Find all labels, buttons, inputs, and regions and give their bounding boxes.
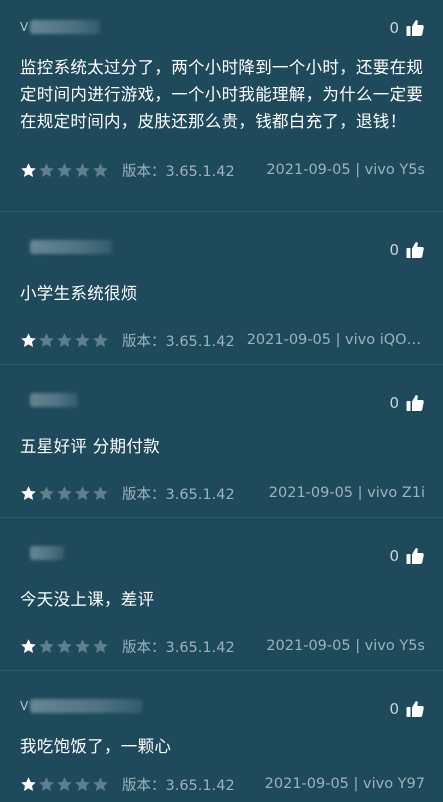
like-button[interactable]: 0 — [389, 699, 425, 719]
review-content: 今天没上课，差评 — [20, 590, 155, 609]
star-empty-icon — [75, 485, 90, 500]
star-empty-icon — [75, 776, 90, 791]
review-item: 0 今天没上课，差评 版本：3.65.1.42 2021-09-05 | viv… — [0, 518, 443, 671]
star-empty-icon — [93, 638, 108, 653]
app-version: 版本：3.65.1.42 — [122, 333, 235, 350]
star-empty-icon — [57, 485, 72, 500]
review-item: 0 小学生系统很烦 版本：3.65.1.42 2021-09-05 | vivo… — [0, 212, 443, 365]
star-filled-icon — [21, 332, 36, 347]
review-header: 0 — [20, 365, 425, 433]
username-blur — [30, 240, 112, 254]
star-rating — [20, 485, 122, 502]
review-list: V 0 监控系统太过分了，两个小时降到一个小时，还要在规定时间内进行游戏，一个小… — [0, 0, 443, 802]
star-filled-icon — [21, 162, 36, 177]
review-content: 小学生系统很烦 — [20, 284, 138, 303]
date-device: 2021-09-05 | vivo iQOO… — [246, 332, 425, 348]
star-empty-icon — [75, 162, 90, 177]
username-blur — [30, 393, 78, 407]
thumbs-up-icon — [406, 548, 424, 564]
star-empty-icon — [57, 776, 72, 791]
review-meta: 版本：3.65.1.42 2021-09-05 | vivo Y97 — [20, 764, 425, 802]
review-meta: 版本：3.65.1.42 2021-09-05 | vivo Z1i — [20, 468, 425, 518]
username-blur — [30, 546, 64, 560]
review-meta: 版本：3.65.1.42 2021-09-05 | vivo iQOO… — [20, 315, 425, 365]
star-empty-icon — [39, 485, 54, 500]
star-empty-icon — [75, 332, 90, 347]
review-content: 五星好评 分期付款 — [20, 437, 160, 456]
username-masked — [20, 544, 64, 562]
app-version: 版本：3.65.1.42 — [122, 486, 235, 503]
like-button[interactable]: 0 — [389, 240, 425, 260]
review-content: 我吃饱饭了，一颗心 — [20, 737, 172, 756]
star-filled-icon — [21, 638, 36, 653]
review-item: V 0 监控系统太过分了，两个小时降到一个小时，还要在规定时间内进行游戏，一个小… — [0, 0, 443, 212]
star-empty-icon — [57, 162, 72, 177]
review-item: V 0 我吃饱饭了，一颗心 版本：3.65.1.42 2021-09-05 | … — [0, 671, 443, 802]
star-empty-icon — [93, 162, 108, 177]
like-button[interactable]: 0 — [389, 393, 425, 413]
date-device: 2021-09-05 | vivo Y5s — [266, 162, 425, 178]
star-empty-icon — [39, 776, 54, 791]
thumbs-up-icon — [406, 701, 424, 717]
review-meta: 版本：3.65.1.42 2021-09-05 | vivo Y5s — [20, 621, 425, 671]
app-version: 版本：3.65.1.42 — [122, 163, 235, 180]
username-masked: V — [20, 18, 100, 36]
thumbs-up-icon — [406, 242, 424, 258]
star-empty-icon — [39, 332, 54, 347]
like-count: 0 — [389, 394, 399, 412]
like-count: 0 — [389, 241, 399, 259]
username-initial: V — [20, 699, 29, 713]
star-rating — [20, 332, 122, 349]
date-device: 2021-09-05 | vivo Z1i — [268, 485, 425, 501]
like-count: 0 — [389, 547, 399, 565]
like-count: 0 — [389, 19, 399, 37]
star-filled-icon — [21, 776, 36, 791]
star-empty-icon — [57, 638, 72, 653]
date-device: 2021-09-05 | vivo Y97 — [264, 776, 425, 792]
username-initial: V — [20, 20, 29, 34]
app-version: 版本：3.65.1.42 — [122, 639, 235, 656]
star-empty-icon — [93, 776, 108, 791]
username-blur — [30, 20, 100, 34]
star-rating — [20, 162, 122, 179]
username-masked — [20, 238, 112, 256]
star-empty-icon — [39, 638, 54, 653]
star-filled-icon — [21, 485, 36, 500]
app-version: 版本：3.65.1.42 — [122, 777, 235, 794]
review-header: V 0 — [20, 0, 425, 54]
username-masked: V — [20, 697, 142, 715]
review-item: 0 五星好评 分期付款 版本：3.65.1.42 2021-09-05 | vi… — [0, 365, 443, 518]
date-device: 2021-09-05 | vivo Y5s — [266, 638, 425, 654]
username-blur — [30, 699, 142, 713]
star-empty-icon — [39, 162, 54, 177]
like-button[interactable]: 0 — [389, 18, 425, 38]
like-count: 0 — [389, 700, 399, 718]
star-empty-icon — [93, 332, 108, 347]
star-empty-icon — [75, 638, 90, 653]
review-header: 0 — [20, 212, 425, 280]
username-masked — [20, 391, 78, 409]
review-meta: 版本：3.65.1.42 2021-09-05 | vivo Y5s — [20, 145, 425, 195]
review-header: V 0 — [20, 671, 425, 733]
review-header: 0 — [20, 518, 425, 586]
review-content: 监控系统太过分了，两个小时降到一个小时，还要在规定时间内进行游戏，一个小时我能理… — [20, 58, 424, 131]
thumbs-up-icon — [406, 20, 424, 36]
thumbs-up-icon — [406, 395, 424, 411]
star-rating — [20, 638, 122, 655]
star-rating — [20, 776, 122, 793]
star-empty-icon — [93, 485, 108, 500]
like-button[interactable]: 0 — [389, 546, 425, 566]
star-empty-icon — [57, 332, 72, 347]
